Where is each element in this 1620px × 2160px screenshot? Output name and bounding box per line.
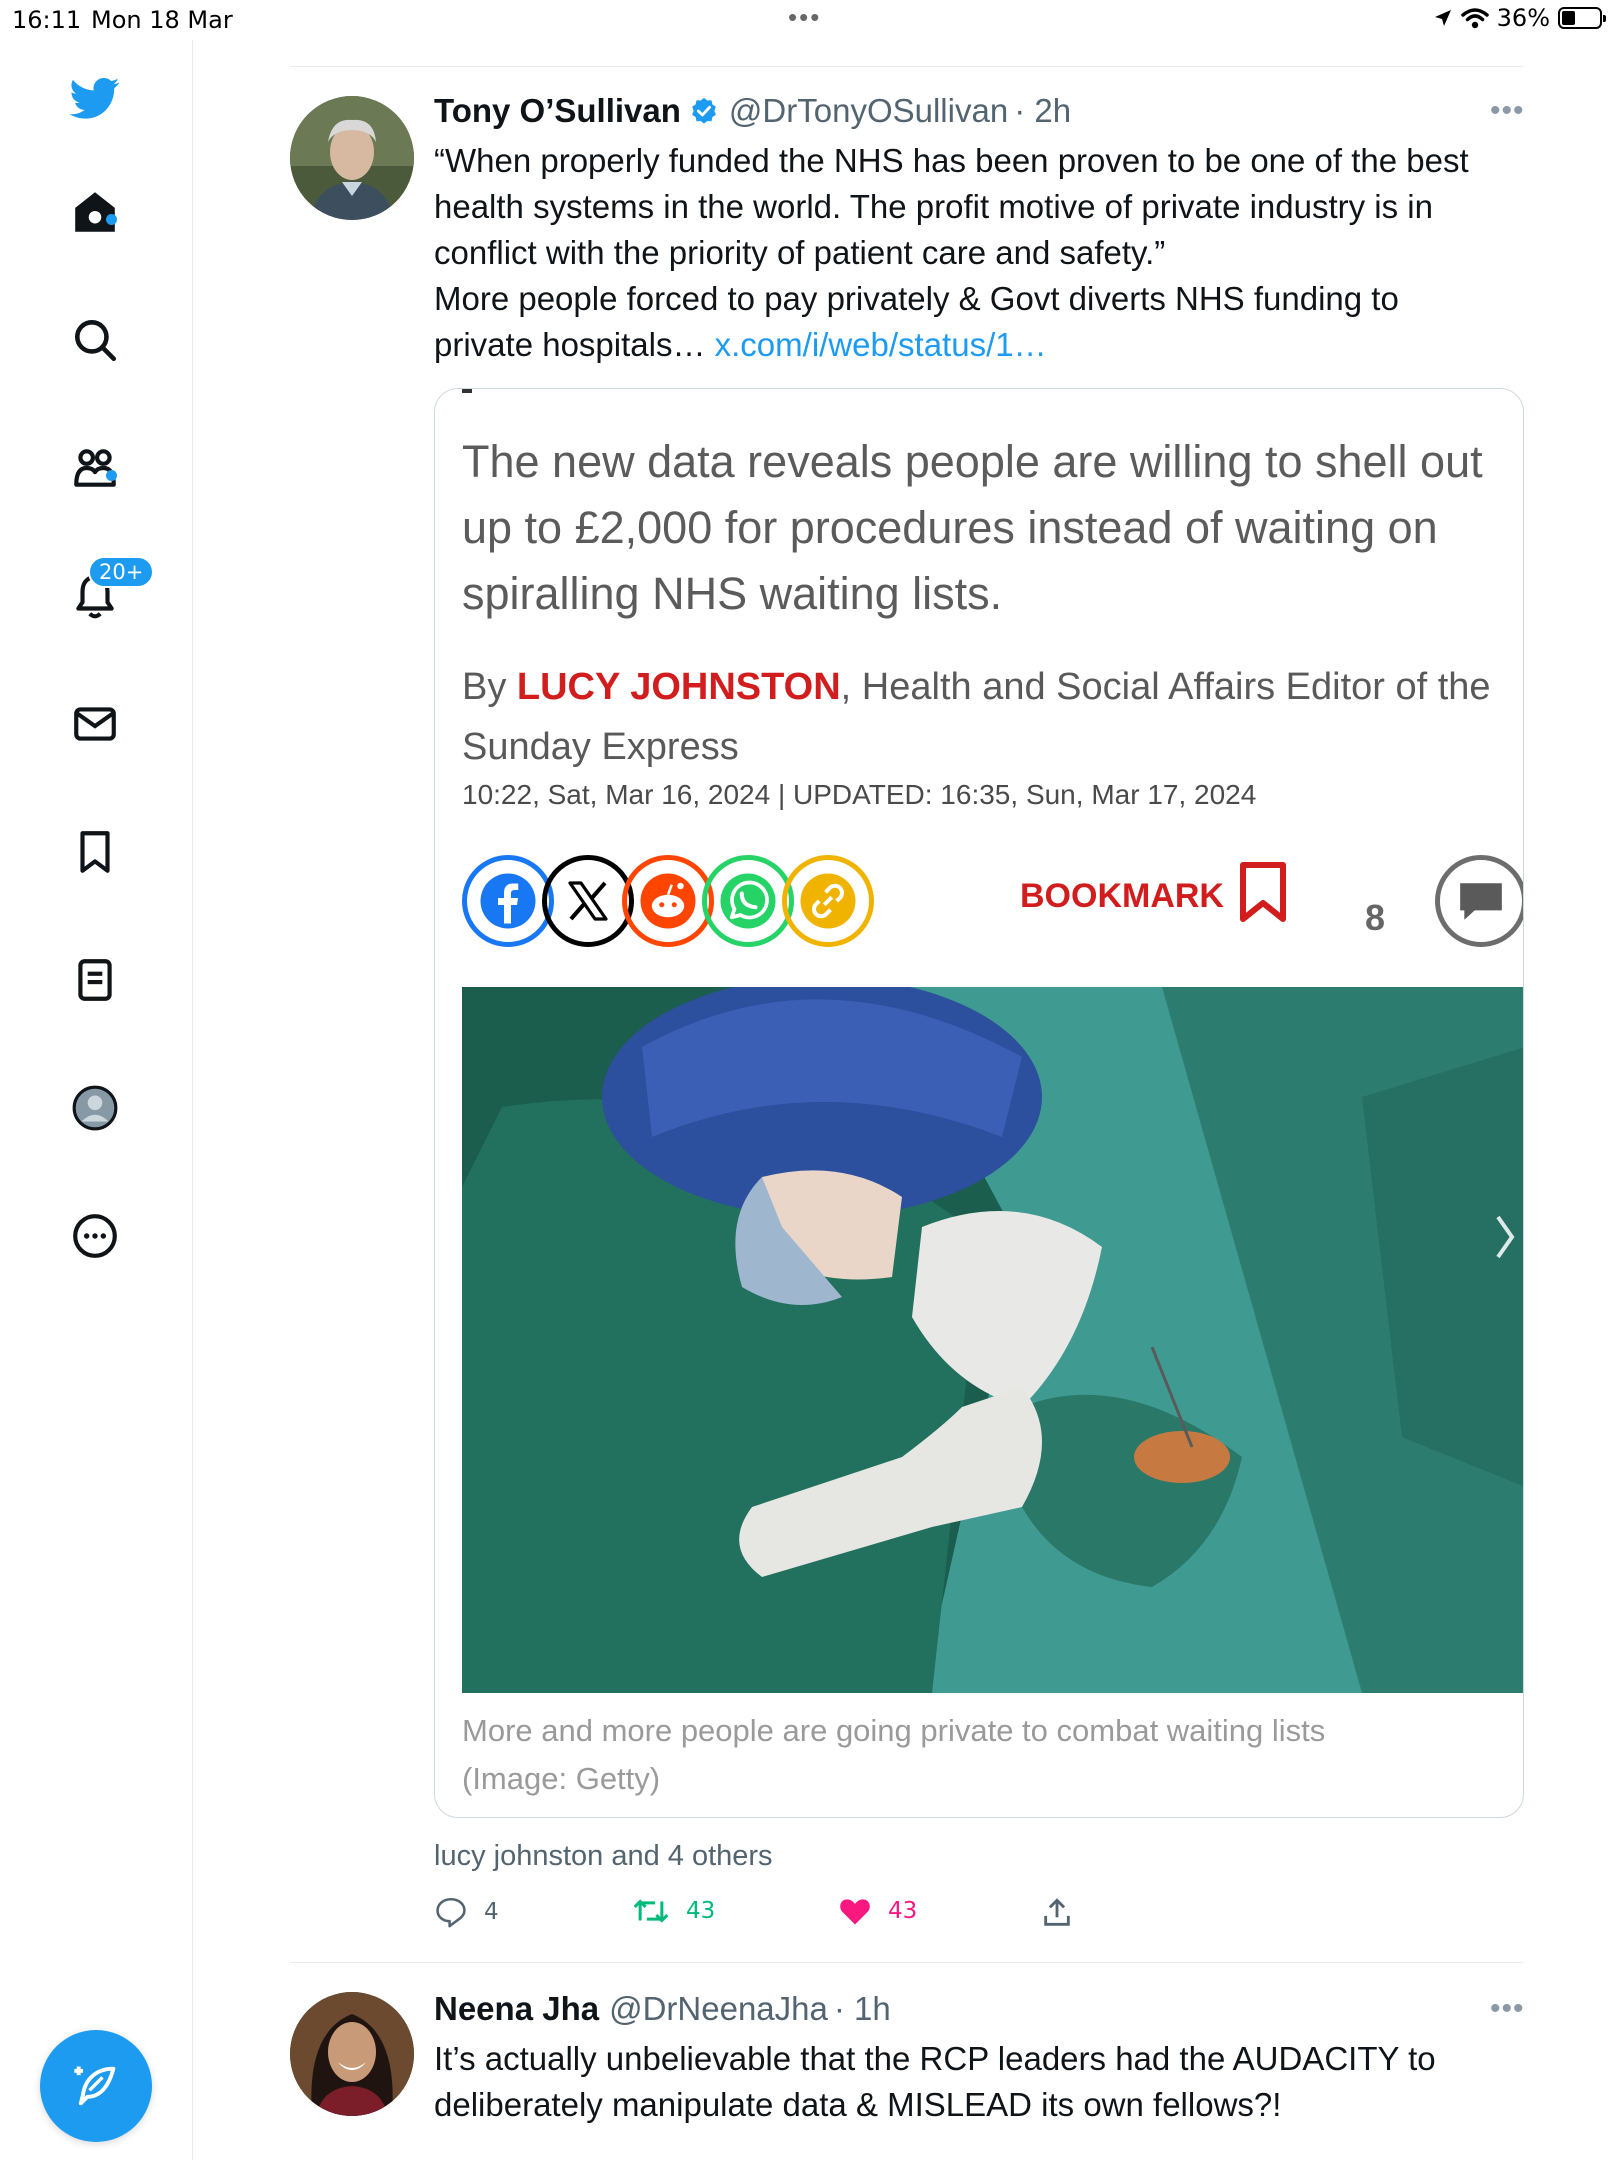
photo-caption: More and more people are going private t… <box>462 1707 1462 1803</box>
retweet-button[interactable]: 43 <box>632 1896 715 1926</box>
communities-unread-dot <box>106 470 117 481</box>
more-circle-icon[interactable] <box>63 1204 127 1268</box>
status-bar: 16:11 Mon 18 Mar ••• 36% <box>0 0 1620 40</box>
article-photo <box>462 987 1523 1693</box>
tweet-link[interactable]: x.com/i/web/status/1… <box>715 326 1047 363</box>
timeline-divider <box>290 1962 1523 1963</box>
tweet-body: “When properly funded the NHS has been p… <box>434 138 1524 368</box>
retweet-icon <box>633 1899 669 1923</box>
copy-link-icon <box>782 855 874 947</box>
author-handle[interactable]: @DrTonyOSullivan <box>729 92 1008 130</box>
byline-role: , Health and Social Affairs Editor of th… <box>840 666 1491 708</box>
reply-count: 4 <box>484 1899 499 1925</box>
lists-icon[interactable] <box>63 948 127 1012</box>
search-icon[interactable] <box>63 308 127 372</box>
twitter-bird-icon[interactable] <box>63 66 127 130</box>
reply-button[interactable]: 4 <box>434 1896 499 1928</box>
cropped-glyph <box>462 389 472 393</box>
reddit-share-icon <box>622 855 714 947</box>
location-arrow-icon <box>1434 10 1451 26</box>
tweet-time[interactable]: · 2h <box>1014 92 1071 130</box>
share-icon <box>1044 1898 1070 1926</box>
like-count: 43 <box>888 1898 918 1924</box>
bookmarks-icon[interactable] <box>63 820 127 884</box>
tweet-line: More people forced to pay privately & Go… <box>434 280 1399 317</box>
author-name[interactable]: Neena Jha <box>434 1990 599 2028</box>
tweet-line-text: private hospitals… <box>434 326 715 363</box>
battery-percent: 36% <box>1496 4 1550 32</box>
notifications-badge: 20+ <box>88 556 155 588</box>
tweet-more-icon[interactable]: ••• <box>1490 94 1525 128</box>
compose-tweet-button[interactable] <box>40 2030 152 2142</box>
tweet-header: Neena Jha @DrNeenaJha · 1h <box>434 1990 891 2028</box>
tweet-header: Tony O’Sullivan @DrTonyOSullivan · 2h <box>434 92 1071 130</box>
tweet-line-last: private hospitals… x.com/i/web/status/1… <box>434 322 1524 368</box>
whatsapp-share-icon <box>702 855 794 947</box>
battery-icon <box>1558 7 1606 29</box>
bookmark-icon <box>1240 862 1286 922</box>
compose-feather-icon <box>74 2066 116 2106</box>
caption-line: (Image: Getty) <box>462 1761 661 1796</box>
retweet-count: 43 <box>686 1898 716 1924</box>
tweet-body: It’s actually unbelievable that the RCP … <box>434 2036 1524 2128</box>
share-button[interactable] <box>1040 1896 1074 1930</box>
tweet-line: “When properly funded the NHS has been p… <box>434 142 1469 179</box>
sidebar-nav: 20+ <box>0 40 193 2160</box>
facebook-share-icon <box>462 855 554 947</box>
verified-badge-icon <box>689 96 719 126</box>
caption-line: More and more people are going private t… <box>462 1713 1326 1748</box>
heart-icon <box>840 1899 870 1925</box>
avatar[interactable] <box>290 1992 414 2116</box>
wifi-icon <box>1460 8 1489 29</box>
byline-author: LUCY JOHNSTON <box>516 666 841 708</box>
home-unread-dot <box>106 214 117 225</box>
multitasking-dots-icon[interactable]: ••• <box>788 2 821 33</box>
author-handle[interactable]: @DrNeenaJha <box>609 1990 828 2028</box>
liked-by-text[interactable]: lucy johnston and 4 others <box>434 1840 773 1873</box>
article-byline: By LUCY JOHNSTON, Health and Social Affa… <box>462 657 1522 777</box>
tweet-line: health systems in the world. The profit … <box>434 188 1433 225</box>
reply-icon <box>436 1897 466 1928</box>
tweet-line: It’s actually unbelievable that the RCP … <box>434 2040 1436 2077</box>
comment-count: 8 <box>1365 897 1386 938</box>
status-time: 16:11 <box>12 6 82 34</box>
messages-icon[interactable] <box>63 692 127 756</box>
tweet-line: conflict with the priority of patient ca… <box>434 234 1166 271</box>
headline-line: spiralling NHS waiting lists. <box>462 568 1003 619</box>
tweet-line: deliberately manipulate data & MISLEAD i… <box>434 2086 1282 2123</box>
byline-publication: Sunday Express <box>462 726 739 768</box>
headline-line: up to £2,000 for procedures instead of w… <box>462 502 1438 553</box>
communities-icon[interactable] <box>63 436 127 500</box>
tweet-more-icon[interactable]: ••• <box>1490 1992 1525 2026</box>
status-date: Mon 18 Mar <box>91 6 233 34</box>
headline-line: The new data reveals people are willing … <box>462 436 1483 487</box>
comments-icon <box>1435 855 1523 947</box>
profile-icon[interactable] <box>63 1076 127 1140</box>
like-button[interactable]: 43 <box>838 1896 917 1926</box>
bookmark-label: BOOKMARK <box>1020 877 1224 915</box>
author-name[interactable]: Tony O’Sullivan <box>434 92 681 130</box>
home-icon[interactable] <box>63 180 127 244</box>
x-share-icon <box>542 855 634 947</box>
timeline-divider <box>290 66 1523 67</box>
article-dateline: 10:22, Sat, Mar 16, 2024 | UPDATED: 16:3… <box>462 779 1257 810</box>
avatar[interactable] <box>290 96 414 220</box>
tweet-time[interactable]: · 1h <box>834 1990 891 2028</box>
byline-prefix: By <box>462 666 517 708</box>
article-card[interactable]: The new data reveals people are willing … <box>434 388 1524 1818</box>
article-headline: The new data reveals people are willing … <box>462 429 1502 627</box>
